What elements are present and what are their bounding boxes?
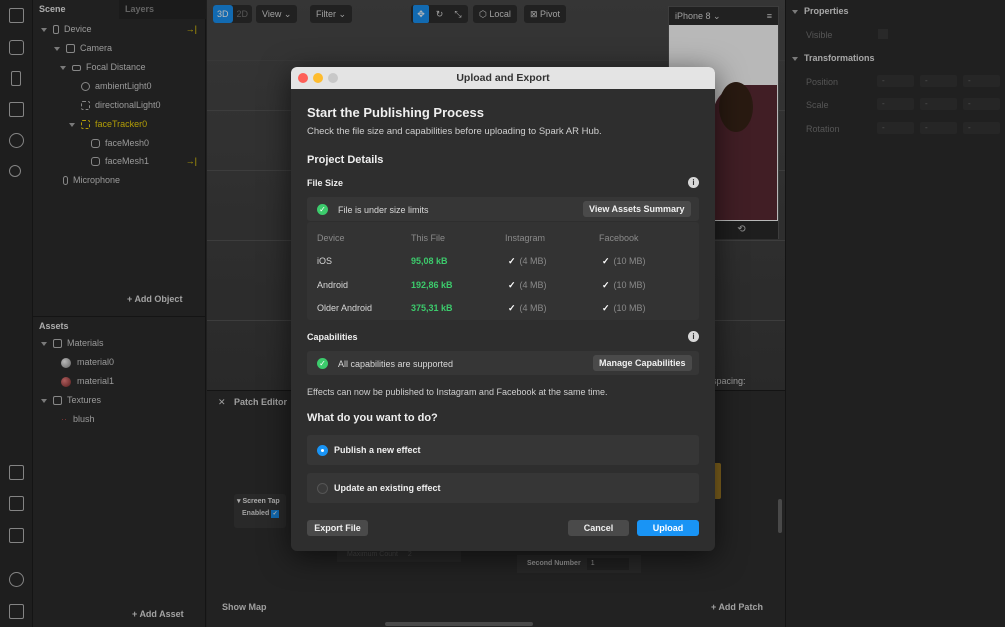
column-header: Device <box>317 233 345 243</box>
export-file-button[interactable]: Export File <box>307 520 368 536</box>
facebook-cell: ✓ (10 MB) <box>602 280 646 290</box>
zoom-window-button[interactable] <box>328 73 338 83</box>
size-status-row: ✓ File is under size limits View Assets … <box>307 197 699 221</box>
file-size-table: Device This File Instagram Facebook iOS … <box>307 222 699 320</box>
check-icon: ✓ <box>602 256 610 266</box>
column-header: This File <box>411 233 446 243</box>
radio-unselected[interactable] <box>317 483 328 494</box>
option-label: Update an existing effect <box>334 483 441 493</box>
check-circle-icon: ✓ <box>317 358 328 369</box>
close-window-button[interactable] <box>298 73 308 83</box>
upload-button[interactable]: Upload <box>637 520 699 536</box>
info-icon[interactable]: i <box>688 331 699 342</box>
option-label: Publish a new effect <box>334 445 421 455</box>
publish-note: Effects can now be published to Instagra… <box>307 387 608 397</box>
capabilities-heading: Capabilities <box>307 332 358 342</box>
manage-capabilities-button[interactable]: Manage Capabilities <box>593 355 692 371</box>
device-cell: Older Android <box>317 303 373 313</box>
minimize-window-button[interactable] <box>313 73 323 83</box>
cancel-button[interactable]: Cancel <box>568 520 629 536</box>
option-update-existing[interactable]: Update an existing effect <box>307 473 699 503</box>
question-heading: What do you want to do? <box>307 412 438 424</box>
check-icon: ✓ <box>508 303 516 313</box>
file-size-heading: File Size <box>307 178 344 188</box>
size-cell: 95,08 kB <box>411 256 448 266</box>
check-icon: ✓ <box>508 280 516 290</box>
column-header: Facebook <box>599 233 639 243</box>
dialog-subtitle: Check the file size and capabilities bef… <box>307 126 602 137</box>
facebook-cell: ✓ (10 MB) <box>602 303 646 313</box>
check-icon: ✓ <box>508 256 516 266</box>
check-circle-icon: ✓ <box>317 204 328 215</box>
check-icon: ✓ <box>602 303 610 313</box>
size-status-text: File is under size limits <box>338 205 429 215</box>
radio-selected[interactable] <box>317 445 328 456</box>
check-icon: ✓ <box>602 280 610 290</box>
upload-export-dialog: Upload and Export Start the Publishing P… <box>291 67 715 551</box>
column-header: Instagram <box>505 233 546 243</box>
instagram-cell: ✓ (4 MB) <box>508 256 547 266</box>
view-assets-summary-button[interactable]: View Assets Summary <box>583 201 691 217</box>
size-cell: 375,31 kB <box>411 303 453 313</box>
capabilities-status-text: All capabilities are supported <box>338 359 454 369</box>
facebook-cell: ✓ (10 MB) <box>602 256 646 266</box>
project-details-heading: Project Details <box>307 154 384 166</box>
capabilities-status-row: ✓ All capabilities are supported Manage … <box>307 351 699 375</box>
dialog-heading: Start the Publishing Process <box>307 105 484 120</box>
instagram-cell: ✓ (4 MB) <box>508 303 547 313</box>
instagram-cell: ✓ (4 MB) <box>508 280 547 290</box>
device-cell: Android <box>317 280 349 290</box>
device-cell: iOS <box>317 256 333 266</box>
dialog-title: Upload and Export <box>291 67 715 89</box>
option-publish-new[interactable]: Publish a new effect <box>307 435 699 465</box>
info-icon[interactable]: i <box>688 177 699 188</box>
size-cell: 192,86 kB <box>411 280 453 290</box>
